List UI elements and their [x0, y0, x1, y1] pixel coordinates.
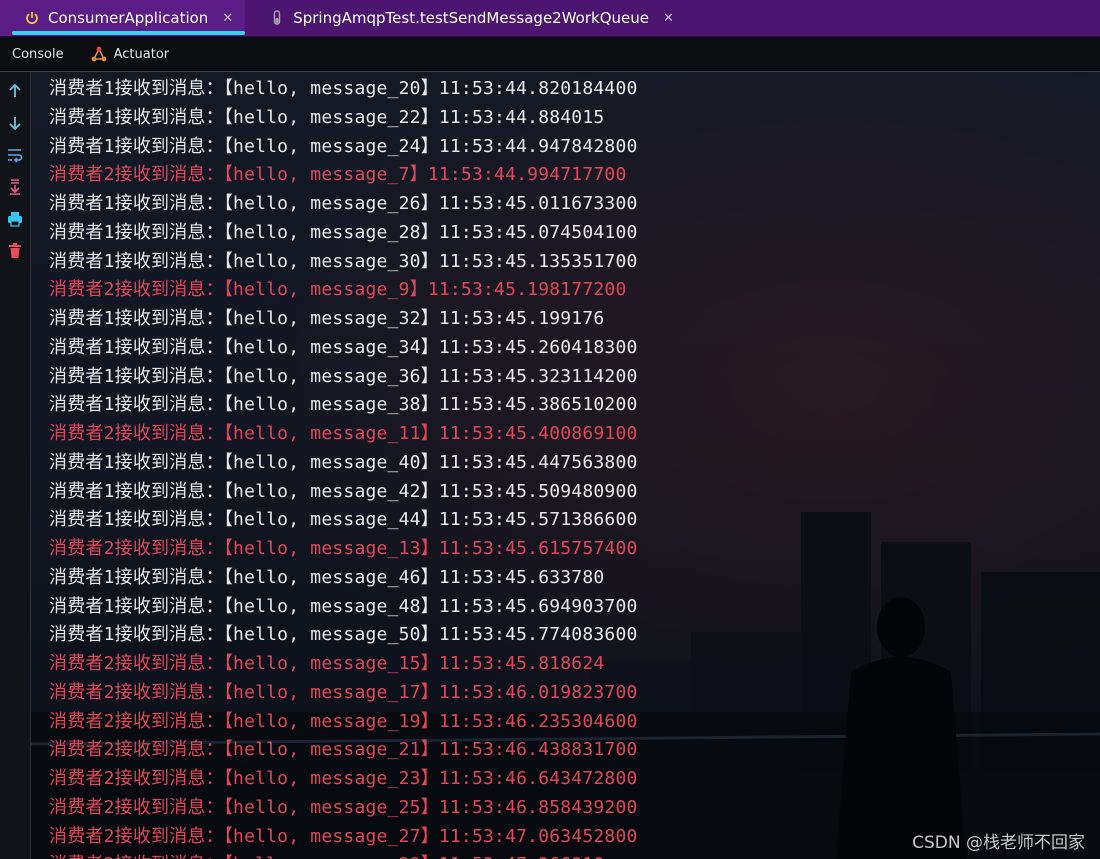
log-line: 消费者1接收到消息：【hello, message_46】11:53:45.63… [49, 566, 605, 588]
log-line: 消费者2接收到消息：【hello, message_7】11:53:44.994… [49, 164, 627, 186]
arrow-down-icon[interactable] [6, 114, 24, 132]
log-line: 消费者2接收到消息：【hello, message_11】11:53:45.40… [49, 423, 638, 444]
log-line: 消费者2接收到消息：【hello, message_25】11:53:46.85… [49, 796, 638, 818]
log-line: 消费者1接收到消息：【hello, message_32】11:53:45.19… [49, 308, 605, 329]
console-output[interactable]: 消费者1接收到消息：【hello, message_20】11:53:44.82… [31, 72, 1100, 859]
log-line: 消费者2接收到消息：【hello, message_21】11:53:46.43… [49, 739, 638, 761]
log-line: 消费者2接收到消息：【hello, message_23】11:53:46.64… [49, 768, 638, 789]
run-tab-consumer-application[interactable]: ConsumerApplication ✕ [0, 0, 246, 36]
console-toolbar [0, 72, 31, 859]
print-icon[interactable] [6, 210, 24, 228]
log-line: 消费者2接收到消息：【hello, message_17】11:53:46.01… [49, 681, 638, 703]
trash-icon[interactable] [6, 242, 24, 260]
run-tab-label: SpringAmqpTest.testSendMessage2WorkQueue [293, 9, 649, 27]
log-line: 消费者1接收到消息：【hello, message_24】11:53:44.94… [49, 135, 638, 157]
log-line: 消费者1接收到消息：【hello, message_30】11:53:45.13… [49, 250, 638, 272]
run-tab-bar: ConsumerApplication ✕ SpringAmqpTest.tes… [0, 0, 1100, 37]
log-line: 消费者1接收到消息：【hello, message_42】11:53:45.50… [49, 480, 638, 502]
log-line: 消费者1接收到消息：【hello, message_48】11:53:45.69… [49, 595, 638, 617]
log-line: 消费者2接收到消息：【hello, message_9】11:53:45.198… [49, 279, 627, 301]
tab-actuator[interactable]: Actuator [78, 37, 184, 71]
log-line: 消费者2接收到消息：【hello, message_13】11:53:45.61… [49, 538, 638, 559]
log-line: 消费者2接收到消息：【hello, message_19】11:53:46.23… [49, 710, 638, 732]
tab-console[interactable]: Console [0, 37, 78, 71]
tool-window-tabs: Console Actuator [0, 37, 1100, 72]
log-line: 消费者1接收到消息：【hello, message_38】11:53:45.38… [49, 394, 638, 416]
run-tab-label: ConsumerApplication [48, 9, 209, 27]
log-line: 消费者1接收到消息：【hello, message_20】11:53:44.82… [49, 78, 638, 99]
power-icon [26, 12, 38, 25]
log-line: 消费者2接收到消息：【hello, message_15】11:53:45.81… [49, 653, 605, 674]
watermark: CSDN @栈老师不回家 [912, 833, 1085, 853]
log-lines: 消费者1接收到消息：【hello, message_20】11:53:44.82… [49, 75, 638, 859]
soft-wrap-icon[interactable] [6, 146, 24, 164]
log-line: 消费者1接收到消息：【hello, message_44】11:53:45.57… [49, 509, 638, 531]
scroll-to-end-icon[interactable] [6, 178, 24, 196]
tab-label: Actuator [113, 46, 170, 62]
log-line: 消费者1接收到消息：【hello, message_40】11:53:45.44… [49, 451, 638, 473]
actuator-icon [91, 46, 107, 62]
arrow-up-icon[interactable] [6, 82, 24, 100]
log-line: 消费者1接收到消息：【hello, message_28】11:53:45.07… [49, 221, 638, 243]
run-tab-spring-amqp-test[interactable]: SpringAmqpTest.testSendMessage2WorkQueue… [245, 0, 686, 36]
log-line: 消费者2接收到消息：【hello, message_29】11:53:47.26… [49, 851, 638, 859]
log-line: 消费者1接收到消息：【hello, message_22】11:53:44.88… [49, 106, 605, 128]
tab-label: Console [12, 46, 64, 62]
close-icon[interactable]: ✕ [663, 11, 674, 26]
test-tube-icon [274, 10, 281, 25]
log-line: 消费者1接收到消息：【hello, message_26】11:53:45.01… [49, 193, 638, 214]
log-line: 消费者1接收到消息：【hello, message_36】11:53:45.32… [49, 365, 638, 387]
log-line: 消费者2接收到消息：【hello, message_27】11:53:47.06… [49, 825, 638, 847]
log-line: 消费者1接收到消息：【hello, message_50】11:53:45.77… [49, 624, 638, 646]
close-icon[interactable]: ✕ [222, 11, 233, 26]
log-line: 消费者1接收到消息：【hello, message_34】11:53:45.26… [49, 336, 638, 358]
